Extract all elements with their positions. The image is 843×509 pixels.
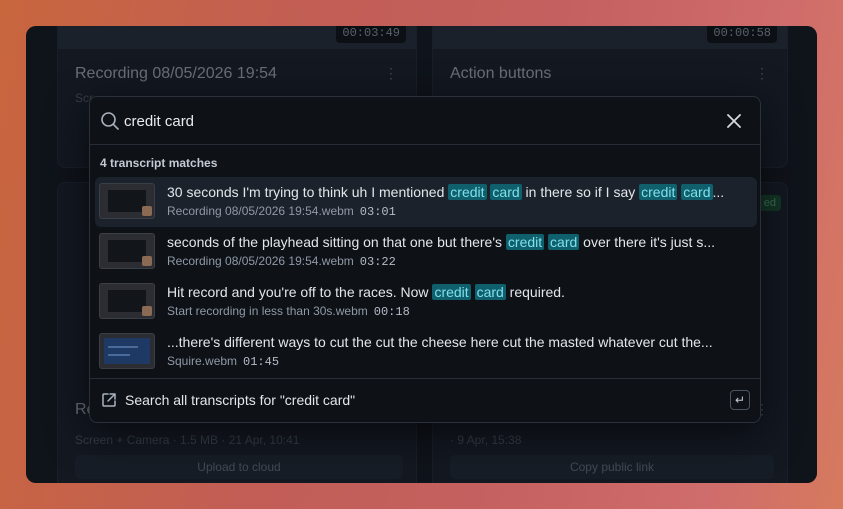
search-all-row[interactable]: Search all transcripts for "credit card"… xyxy=(90,378,760,422)
match-highlight: credit xyxy=(448,184,487,200)
result-timestamp: 03:01 xyxy=(359,205,396,219)
match-highlight: credit xyxy=(639,184,678,200)
snippet-text: 30 seconds I'm trying to think uh I ment… xyxy=(167,184,449,200)
search-icon xyxy=(101,112,119,130)
close-icon[interactable] xyxy=(724,111,744,131)
results-count: 4 transcript matches xyxy=(100,156,218,170)
result-timestamp: 01:45 xyxy=(243,355,280,369)
snippet-text xyxy=(471,284,475,300)
result-snippet: Hit record and you're off to the races. … xyxy=(167,284,749,300)
transcript-search-modal: 4 transcript matches 30 seconds I'm tryi… xyxy=(89,96,761,423)
result-filename: Squire.webm xyxy=(167,354,238,368)
result-thumbnail xyxy=(99,233,155,269)
snippet-text: in there so if I say xyxy=(521,184,640,200)
result-filename: Recording 08/05/2026 19:54.webm xyxy=(167,254,354,268)
snippet-text: Hit record and you're off to the races. … xyxy=(167,284,433,300)
result-filename: Recording 08/05/2026 19:54.webm xyxy=(167,204,354,218)
snippet-text: seconds of the playhead sitting on that … xyxy=(167,234,506,250)
result-file: Recording 08/05/2026 19:54.webm 03:22 xyxy=(167,254,396,269)
result-snippet: 30 seconds I'm trying to think uh I ment… xyxy=(167,184,749,200)
search-bar xyxy=(90,97,760,145)
search-result-item[interactable]: 30 seconds I'm trying to think uh I ment… xyxy=(95,177,757,227)
result-thumbnail xyxy=(99,283,155,319)
match-highlight: card xyxy=(474,284,506,300)
result-timestamp: 03:22 xyxy=(359,255,396,269)
match-highlight: credit xyxy=(505,234,545,250)
result-snippet: ...there's different ways to cut the cut… xyxy=(167,334,749,350)
result-snippet: seconds of the playhead sitting on that … xyxy=(167,234,749,250)
match-highlight: card xyxy=(548,234,580,250)
results-list: 30 seconds I'm trying to think uh I ment… xyxy=(95,177,757,377)
result-file: Squire.webm 01:45 xyxy=(167,354,279,369)
result-thumbnail xyxy=(99,333,155,369)
match-highlight: credit xyxy=(432,284,471,300)
enter-key-icon: ↵ xyxy=(730,390,750,410)
match-highlight: card xyxy=(681,184,713,200)
result-filename: Start recording in less than 30s.webm xyxy=(167,304,368,318)
snippet-text: required. xyxy=(505,284,565,300)
result-thumbnail xyxy=(99,183,155,219)
snippet-text: over there it's just s... xyxy=(579,234,715,250)
search-input[interactable] xyxy=(124,109,684,133)
search-all-label: Search all transcripts for "credit card" xyxy=(125,392,356,408)
snippet-text: ...there's different ways to cut the cut… xyxy=(167,334,713,350)
search-result-item[interactable]: seconds of the playhead sitting on that … xyxy=(95,227,757,277)
snippet-text: ... xyxy=(712,184,725,200)
search-result-item[interactable]: ...there's different ways to cut the cut… xyxy=(95,327,757,377)
result-timestamp: 00:18 xyxy=(373,305,410,319)
search-result-item[interactable]: Hit record and you're off to the races. … xyxy=(95,277,757,327)
result-file: Start recording in less than 30s.webm 00:… xyxy=(167,304,410,319)
match-highlight: card xyxy=(490,184,522,200)
external-link-icon xyxy=(102,393,116,407)
result-file: Recording 08/05/2026 19:54.webm 03:01 xyxy=(167,204,396,219)
